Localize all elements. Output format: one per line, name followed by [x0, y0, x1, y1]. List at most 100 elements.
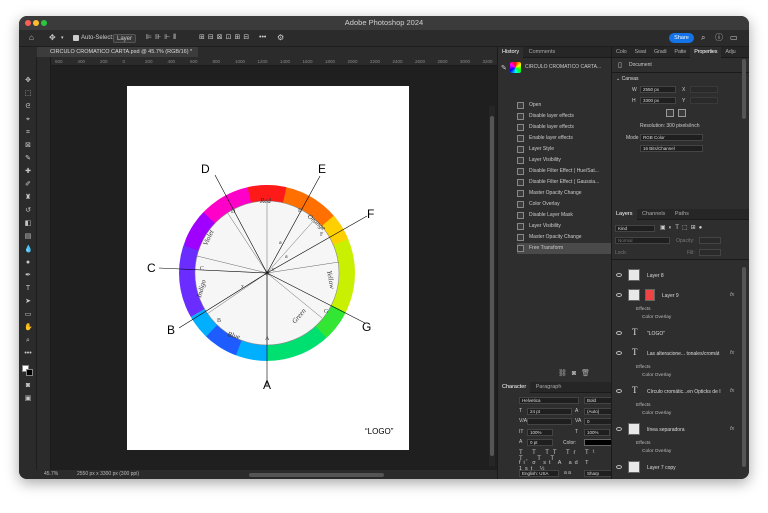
minimize-window-button[interactable]: [33, 20, 39, 26]
tab-history[interactable]: History: [498, 47, 524, 58]
visibility-eye-icon[interactable]: [616, 351, 622, 355]
blur-tool-icon[interactable]: 💧: [24, 246, 33, 254]
type-tool-icon[interactable]: T: [24, 285, 32, 293]
layer-row[interactable]: Layer 9 fx: [612, 287, 749, 305]
align-icons[interactable]: ⊫⊪⊩⫴: [146, 33, 179, 42]
background-color-swatch[interactable]: [26, 369, 33, 376]
history-item[interactable]: Color Overlay: [517, 199, 618, 210]
move-tool-icon[interactable]: ✥: [49, 33, 56, 42]
vertical-scale-field[interactable]: 100%: [527, 429, 553, 436]
effects-label[interactable]: Effects: [636, 365, 651, 370]
distribute-icons[interactable]: ⊞⊟⊠⊡⊞⊟: [199, 33, 252, 42]
layer-row[interactable]: Layer 7 copy: [612, 459, 749, 477]
search-icon[interactable]: ⌕: [701, 33, 705, 42]
tab-comments[interactable]: Comments: [525, 47, 560, 58]
layer-row[interactable]: línea separadora fx: [612, 421, 749, 439]
path-select-tool-icon[interactable]: ➤: [24, 298, 32, 306]
effect-item[interactable]: Color Overlay: [642, 315, 671, 320]
workspace-icon[interactable]: ▭: [730, 33, 738, 42]
orientation-landscape-icon[interactable]: [678, 109, 686, 117]
layer-row[interactable]: T "LOGO": [612, 325, 749, 343]
opacity-field[interactable]: [699, 237, 721, 244]
tab-swatches[interactable]: Swat: [631, 47, 650, 58]
eraser-tool-icon[interactable]: ◧: [24, 220, 32, 228]
zoom-window-button[interactable]: [41, 20, 47, 26]
document-canvas[interactable]: D E F C G B A Red Orange Yellow Green Bl…: [127, 86, 409, 450]
chevron-down-icon[interactable]: ▾: [61, 34, 64, 43]
effects-label[interactable]: Effects: [636, 307, 651, 312]
canvas-x-field[interactable]: [690, 86, 718, 93]
more-options-icon[interactable]: •••: [259, 33, 266, 42]
history-item[interactable]: Free Transform: [517, 243, 618, 254]
share-button[interactable]: Share: [669, 33, 694, 43]
stamp-tool-icon[interactable]: ♜: [24, 194, 32, 202]
tab-paragraph[interactable]: Paragraph: [532, 382, 566, 393]
effect-item[interactable]: Color Overlay: [642, 373, 671, 378]
history-item[interactable]: Layer Visibility: [517, 221, 618, 232]
object-select-tool-icon[interactable]: ⌖: [24, 116, 32, 124]
document-info[interactable]: 2550 px x 3300 px (300 ppi): [77, 470, 139, 479]
baseline-field[interactable]: 0 pt: [527, 439, 553, 446]
history-item[interactable]: Layer Visibility: [517, 155, 618, 166]
tab-channels[interactable]: Channels: [638, 209, 669, 220]
canvas-width-field[interactable]: 2550 px: [640, 86, 676, 93]
visibility-eye-icon[interactable]: [616, 273, 622, 277]
history-item[interactable]: Disable Layer Mask: [517, 210, 618, 221]
layer-filter-icons[interactable]: ▣◐T⬚⊞●: [660, 224, 705, 231]
history-item[interactable]: Enable layer effects: [517, 133, 618, 144]
tab-gradients[interactable]: Gradi: [650, 47, 670, 58]
visibility-eye-icon[interactable]: [616, 465, 622, 469]
hand-tool-icon[interactable]: ✋: [24, 324, 33, 332]
canvas-area[interactable]: D E F C G B A Red Orange Yellow Green Bl…: [51, 66, 497, 470]
layer-effects-icon[interactable]: fx: [730, 388, 734, 394]
language-select[interactable]: English: USA: [519, 470, 559, 477]
history-item[interactable]: Disable Filter Effect ( Hue/Sat...: [517, 166, 618, 177]
font-size-field[interactable]: 24 pt: [527, 408, 572, 415]
layer-effects-icon[interactable]: fx: [730, 350, 734, 356]
help-icon[interactable]: ⓘ: [715, 33, 723, 42]
effects-label[interactable]: Effects: [636, 441, 651, 446]
bit-depth-select[interactable]: 16 Bits/Channel: [640, 145, 703, 152]
visibility-eye-icon[interactable]: [616, 389, 622, 393]
tab-color[interactable]: Colo: [612, 47, 631, 58]
layers-scrollbar[interactable]: [742, 267, 746, 467]
effect-item[interactable]: Color Overlay: [642, 411, 671, 416]
close-window-button[interactable]: [25, 20, 31, 26]
document-tab[interactable]: CIRCULO CROMATICO CARTA.psd @ 45.7% (RGB…: [37, 47, 199, 57]
frame-tool-icon[interactable]: ⊠: [24, 142, 32, 150]
zoom-tool-icon[interactable]: ⌕: [24, 337, 32, 345]
canvas-height-field[interactable]: 3300 px: [640, 97, 676, 104]
vertical-scrollbar[interactable]: [489, 106, 495, 466]
gear-icon[interactable]: ⚙: [277, 33, 284, 42]
shape-tool-icon[interactable]: ▭: [24, 311, 32, 319]
layer-effects-icon[interactable]: fx: [730, 292, 734, 298]
history-item[interactable]: Disable layer effects: [517, 122, 618, 133]
layer-row[interactable]: Layer 8: [612, 267, 749, 285]
layer-effects-icon[interactable]: fx: [730, 426, 734, 432]
history-item[interactable]: Disable Filter Effect ( Gaussia...: [517, 177, 618, 188]
visibility-eye-icon[interactable]: [616, 427, 622, 431]
history-item[interactable]: Master Opacity Change: [517, 232, 618, 243]
crop-tool-icon[interactable]: ⌗: [24, 129, 32, 137]
history-item[interactable]: Master Opacity Change: [517, 188, 618, 199]
pen-tool-icon[interactable]: ✒: [24, 272, 32, 280]
history-item[interactable]: Open: [517, 100, 618, 111]
tab-properties[interactable]: Properties: [690, 47, 722, 58]
more-tools-icon[interactable]: •••: [24, 350, 32, 358]
tab-patterns[interactable]: Patte: [670, 47, 690, 58]
history-item[interactable]: Layer Style: [517, 144, 618, 155]
layer-row[interactable]: T Círculo cromátic...en Opticks de I fx: [612, 383, 749, 401]
tab-adjustments[interactable]: Adju: [721, 47, 739, 58]
move-tool-icon[interactable]: ✥: [24, 77, 32, 85]
auto-select-dropdown[interactable]: Layer: [113, 34, 137, 43]
eyedropper-tool-icon[interactable]: ✎: [24, 155, 32, 163]
marquee-tool-icon[interactable]: ⬚: [24, 90, 32, 98]
auto-select-checkbox[interactable]: [73, 35, 79, 41]
blend-mode-select[interactable]: Normal: [615, 237, 670, 244]
lasso-tool-icon[interactable]: ᘓ: [24, 103, 32, 111]
fill-field[interactable]: [699, 249, 721, 256]
tab-layers[interactable]: Layers: [612, 209, 637, 220]
brush-tool-icon[interactable]: ✐: [24, 181, 32, 189]
history-actions[interactable]: ⛓◙🗑: [558, 369, 595, 377]
kerning-field[interactable]: [527, 418, 572, 425]
